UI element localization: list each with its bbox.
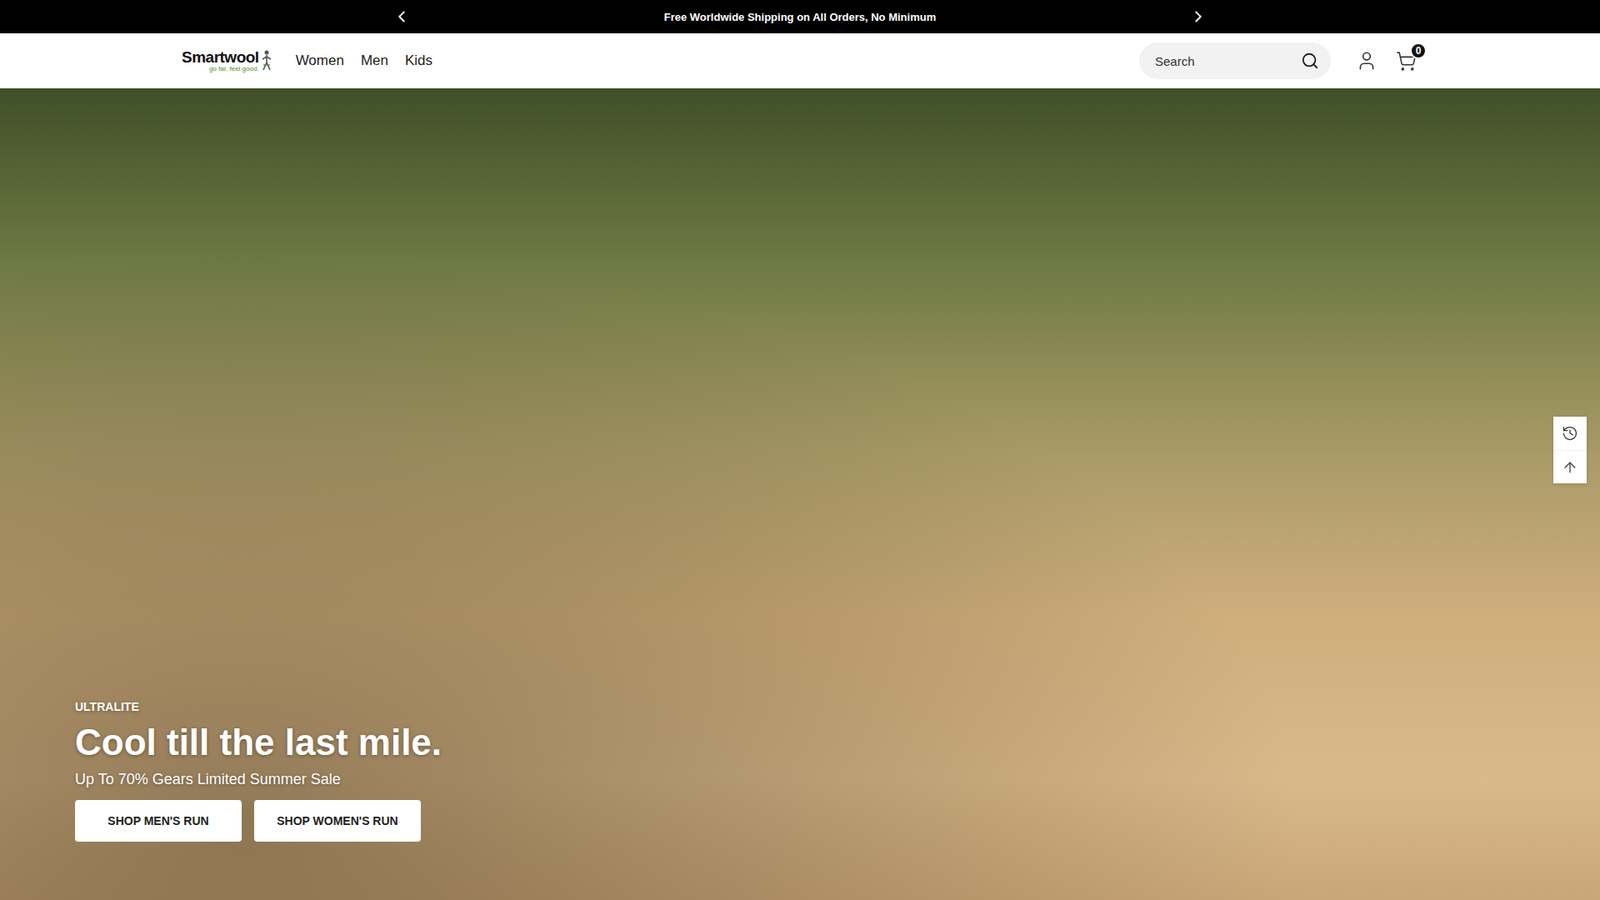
logo-text: Smartwool bbox=[181, 49, 260, 65]
hero-buttons: SHOP MEN'S RUN SHOP WOMEN'S RUN bbox=[75, 800, 442, 842]
search-input[interactable] bbox=[1153, 53, 1301, 70]
side-tools bbox=[1553, 416, 1587, 484]
announcement-bar: Free Worldwide Shipping on All Orders, N… bbox=[0, 0, 1600, 34]
previous-announcement-button[interactable] bbox=[389, 4, 415, 30]
cart-button[interactable]: 0 bbox=[1392, 47, 1420, 75]
nav-link[interactable]: Women bbox=[295, 52, 345, 70]
nav-link[interactable]: Kids bbox=[405, 52, 433, 70]
search-box bbox=[1139, 42, 1331, 80]
history-icon bbox=[1561, 425, 1579, 442]
hero-title: Cool till the last mile. bbox=[75, 721, 442, 765]
announcement-text: Free Worldwide Shipping on All Orders, N… bbox=[664, 10, 936, 24]
logo-words: Smartwoolgo far. feel good. bbox=[181, 49, 260, 73]
chevron-left-icon bbox=[392, 7, 411, 26]
recently-viewed-button[interactable] bbox=[1553, 416, 1587, 450]
page: Free Worldwide Shipping on All Orders, N… bbox=[0, 0, 1600, 900]
main-nav: Women Men Kids bbox=[295, 52, 433, 70]
shop-button[interactable]: SHOP WOMEN'S RUN bbox=[254, 800, 421, 842]
logo-tagline: go far. feel good. bbox=[209, 65, 260, 73]
account-button[interactable] bbox=[1352, 46, 1381, 75]
logo[interactable]: Smartwoolgo far. feel good. bbox=[181, 49, 273, 73]
search-icon[interactable] bbox=[1300, 51, 1320, 70]
hero-banner: ULTRALITE Cool till the last mile. Up To 7… bbox=[0, 88, 1600, 900]
hero-eyebrow: ULTRALITE bbox=[75, 700, 442, 714]
hero-subtitle: Up To 70% Gears Limited Summer Sale bbox=[75, 770, 442, 789]
logo-figure-icon bbox=[260, 50, 273, 72]
shop-button[interactable]: SHOP MEN'S RUN bbox=[75, 800, 242, 842]
next-announcement-button[interactable] bbox=[1185, 4, 1211, 30]
user-icon bbox=[1355, 50, 1378, 72]
back-to-top-button[interactable] bbox=[1553, 450, 1587, 484]
chevron-right-icon bbox=[1189, 7, 1208, 26]
nav-link[interactable]: Men bbox=[360, 52, 389, 70]
site-header: Smartwoolgo far. feel good. Women Men Kids 0 bbox=[0, 33, 1600, 89]
arrow-up-icon bbox=[1561, 459, 1579, 476]
cart-count-badge: 0 bbox=[1410, 42, 1427, 60]
hero-content: ULTRALITE Cool till the last mile. Up To 7… bbox=[75, 700, 442, 842]
